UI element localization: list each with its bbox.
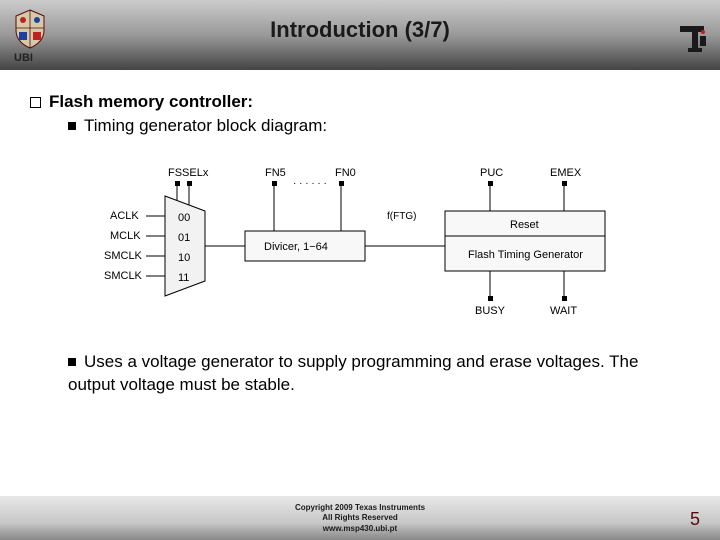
header-bar: UBI Introduction (3/7) <box>0 0 720 70</box>
fftg-label: f(FTG) <box>387 211 416 222</box>
ubi-logo <box>8 6 52 50</box>
page-number: 5 <box>690 509 700 530</box>
busy-label: BUSY <box>475 305 506 317</box>
sub-bullet-1: Timing generator block diagram: <box>68 116 690 136</box>
reset-label: Reset <box>510 219 539 231</box>
ftg-label: Flash Timing Generator <box>468 249 583 261</box>
mux-10: 10 <box>178 252 190 264</box>
fn0-label: FN0 <box>335 167 356 179</box>
block-diagram: 00 01 10 11 FSSELx ACLK MCLK SMCLK SMCLK… <box>80 156 640 321</box>
mux-11: 11 <box>178 272 189 284</box>
sub-bullet-2-text: Uses a voltage generator to supply progr… <box>68 352 638 394</box>
bullet-box-icon <box>30 97 41 108</box>
main-bullet: Flash memory controller: <box>30 92 690 112</box>
main-bullet-text: Flash memory controller: <box>49 92 253 111</box>
copyright-line2: All Rights Reserved <box>322 513 398 522</box>
bullet-square-icon <box>68 358 76 366</box>
copyright-url: www.msp430.ubi.pt <box>323 524 397 533</box>
copyright-text: Copyright 2009 Texas Instruments All Rig… <box>0 503 720 534</box>
fsselx-label: FSSELx <box>168 167 209 179</box>
page-title: Introduction (3/7) <box>0 17 720 43</box>
wait-label: WAIT <box>550 305 577 317</box>
smclk-label-2: SMCLK <box>104 270 143 282</box>
fn-dots: · · · · · · <box>293 178 327 189</box>
sub-bullet-1-text: Timing generator block diagram: <box>84 116 327 135</box>
content-area: Flash memory controller: Timing generato… <box>0 70 720 397</box>
bullet-square-icon <box>68 122 76 130</box>
footer-bar: Copyright 2009 Texas Instruments All Rig… <box>0 496 720 540</box>
sub-bullet-2: Uses a voltage generator to supply progr… <box>68 351 690 397</box>
fn5-label: FN5 <box>265 167 286 179</box>
ti-logo <box>674 18 710 54</box>
divider-label: Divicer, 1−64 <box>264 241 328 253</box>
smclk-label-1: SMCLK <box>104 250 143 262</box>
mclk-label: MCLK <box>110 230 141 242</box>
mux-00: 00 <box>178 212 190 224</box>
aclk-label: ACLK <box>110 210 139 222</box>
emex-label: EMEX <box>550 167 582 179</box>
mux-01: 01 <box>178 232 190 244</box>
ubi-label: UBI <box>14 52 33 64</box>
puc-label: PUC <box>480 167 503 179</box>
copyright-line1: Copyright 2009 Texas Instruments <box>295 503 425 512</box>
